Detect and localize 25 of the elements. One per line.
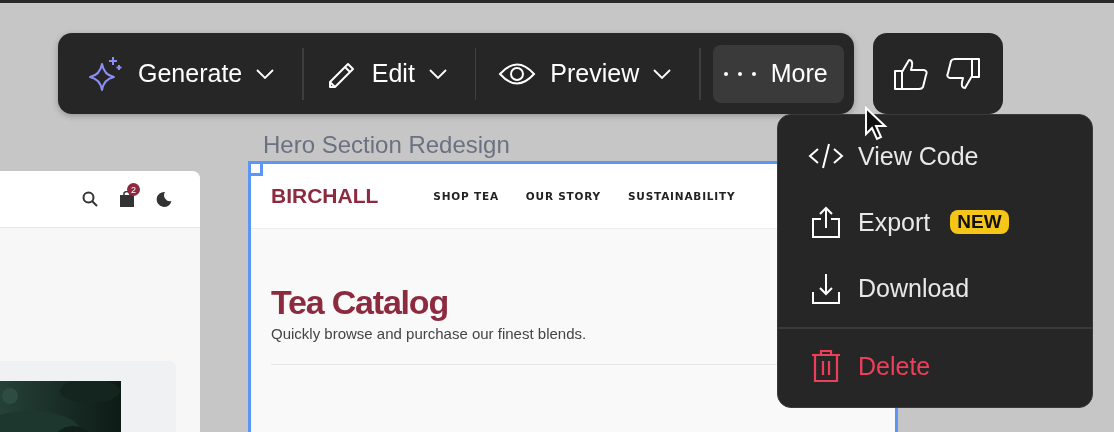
share-icon: [811, 206, 841, 238]
download-icon: [811, 272, 841, 304]
nav-link[interactable]: OUR STORY: [525, 190, 601, 202]
search-icon[interactable]: [82, 191, 98, 207]
cursor-icon: [864, 106, 888, 142]
frame-title: Hero Section Redesign: [263, 131, 510, 160]
toolbar-button[interactable]: More: [712, 44, 844, 103]
thumbs-down-icon[interactable]: [944, 56, 981, 91]
moon-icon[interactable]: [156, 191, 172, 207]
code-icon: [808, 141, 844, 171]
nav-link[interactable]: SUSTAINABILITY: [628, 190, 736, 202]
more-icon: [722, 70, 757, 77]
toolbar-button[interactable]: Preview: [488, 44, 688, 103]
nav-link[interactable]: SHOP TEA: [433, 190, 499, 202]
sparkle-icon: [86, 54, 124, 93]
bag-icon[interactable]: [120, 191, 134, 207]
cart-count: 2: [127, 183, 140, 196]
toolbar-button[interactable]: Edit: [315, 44, 463, 103]
new-badge: NEW: [950, 210, 1009, 234]
thumbs-up-icon[interactable]: [892, 56, 929, 91]
trash-icon: [811, 349, 841, 383]
page-subheading: Quickly browse and purchase our finest blends.: [271, 325, 588, 342]
toolbar-button[interactable]: Generate: [76, 44, 291, 103]
brand-logo: BIRCHALL: [271, 184, 379, 208]
page-heading: Tea Catalog: [271, 282, 448, 323]
